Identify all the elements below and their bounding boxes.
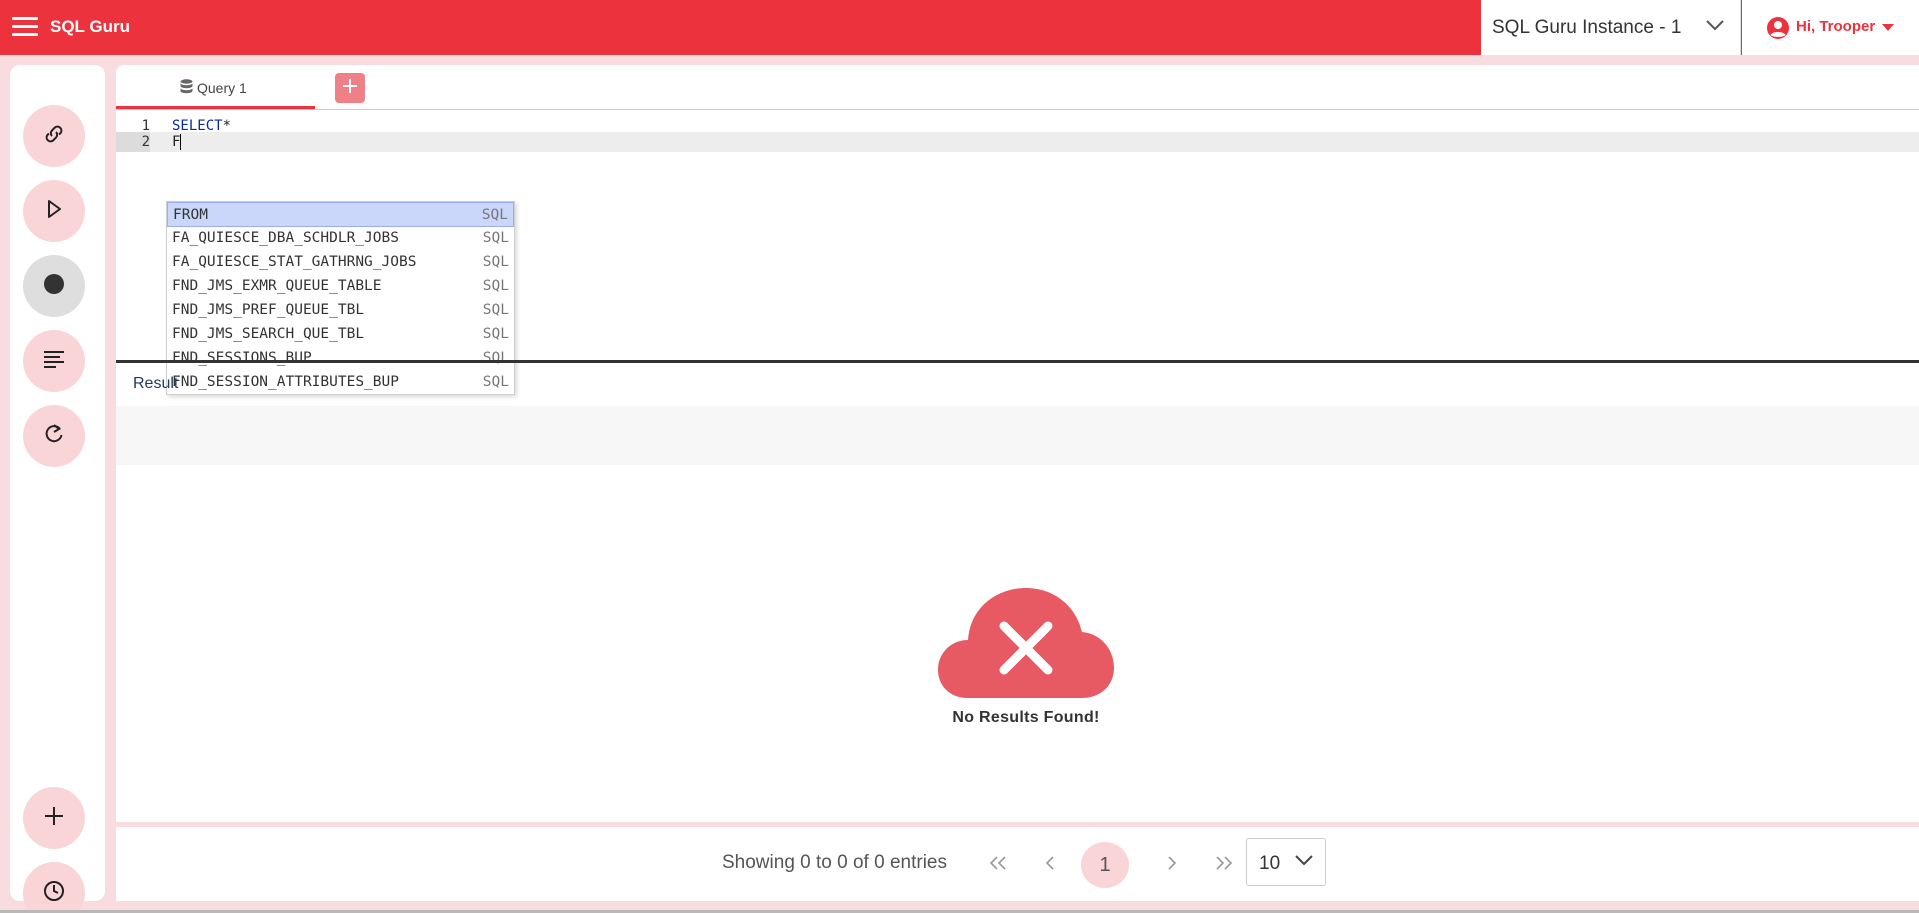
tab-query-1[interactable]: Query 1 xyxy=(116,65,315,109)
autocomplete-label: FND_SESSION_ATTRIBUTES_BUP xyxy=(172,374,399,390)
first-page-button[interactable] xyxy=(976,842,1020,886)
app-title: SQL Guru xyxy=(50,17,130,36)
autocomplete-label: FA_QUIESCE_STAT_GATHRNG_JOBS xyxy=(172,254,417,270)
plus-icon xyxy=(342,78,358,99)
last-page-button[interactable] xyxy=(1202,842,1246,886)
autocomplete-popup: FROM SQL FA_QUIESCE_DBA_SCHDLR_JOBS SQL FA… xyxy=(166,201,515,395)
chevron-down-icon xyxy=(1295,853,1313,871)
text-cursor xyxy=(180,134,182,150)
next-page-button[interactable] xyxy=(1150,842,1194,886)
align-left-icon xyxy=(43,350,65,373)
chevron-down-icon xyxy=(1706,18,1724,36)
refresh-button[interactable] xyxy=(23,405,85,467)
top-bar: SQL Guru SQL Guru Instance - 1 Hi, Troop… xyxy=(0,0,1919,55)
hamburger-menu-icon[interactable] xyxy=(12,17,38,39)
resize-splitter[interactable] xyxy=(116,360,1919,363)
empty-state: No Results Found! xyxy=(916,580,1136,727)
link-icon xyxy=(42,122,66,151)
instance-dropdown[interactable]: SQL Guru Instance - 1 xyxy=(1481,0,1741,55)
connect-button[interactable] xyxy=(23,105,85,167)
autocomplete-label: FROM xyxy=(173,207,208,223)
tab-label: Query 1 xyxy=(197,80,247,96)
database-icon xyxy=(180,79,193,97)
autocomplete-label: FA_QUIESCE_DBA_SCHDLR_JOBS xyxy=(172,230,399,246)
autocomplete-label: FND_JMS_PREF_QUEUE_TBL xyxy=(172,302,365,318)
empty-message: No Results Found! xyxy=(952,709,1100,726)
run-query-button[interactable] xyxy=(23,180,85,242)
sidebar xyxy=(10,65,105,913)
result-title: Result xyxy=(133,375,179,392)
entries-summary: Showing 0 to 0 of 0 entries xyxy=(722,852,947,873)
autocomplete-meta: SQL xyxy=(482,350,509,366)
autocomplete-label: FND_SESSIONS_BUP xyxy=(172,350,312,366)
chevron-right-icon xyxy=(1166,853,1178,876)
new-query-button[interactable] xyxy=(23,787,85,849)
refresh-icon xyxy=(43,423,65,450)
history-button[interactable] xyxy=(23,862,85,913)
autocomplete-meta: SQL xyxy=(482,302,509,318)
autocomplete-item[interactable]: FND_SESSIONS_BUP SQL xyxy=(167,346,514,371)
user-avatar-icon xyxy=(1766,16,1790,45)
chevron-left-icon xyxy=(1044,853,1056,876)
clock-icon xyxy=(43,880,65,907)
cloud-error-icon xyxy=(938,588,1114,704)
double-chevron-right-icon xyxy=(1214,853,1234,876)
autocomplete-item[interactable]: FND_JMS_PREF_QUEUE_TBL SQL xyxy=(167,298,514,323)
prev-page-button[interactable] xyxy=(1028,842,1072,886)
user-greeting: Hi, Trooper xyxy=(1796,18,1876,35)
autocomplete-meta: SQL xyxy=(482,254,509,270)
format-button[interactable] xyxy=(23,330,85,392)
result-header-band xyxy=(116,406,1919,465)
page-size-select[interactable]: 10 xyxy=(1246,838,1326,886)
autocomplete-label: FND_JMS_SEARCH_QUE_TBL xyxy=(172,326,365,342)
autocomplete-meta: SQL xyxy=(482,326,509,342)
pagination-bar: Showing 0 to 0 of 0 entries 1 10 xyxy=(116,827,1919,901)
line-number: 2 xyxy=(116,132,150,152)
caret-down-icon xyxy=(1882,24,1894,31)
double-chevron-left-icon xyxy=(988,853,1008,876)
main-panel: Query 1 1 SELECT* 2 F FROM SQL FA_QUIESCE… xyxy=(116,65,1919,822)
user-menu[interactable]: Hi, Trooper xyxy=(1742,0,1919,55)
sql-editor[interactable]: 1 SELECT* 2 F FROM SQL FA_QUIESCE_DBA_SCH… xyxy=(116,112,1919,395)
add-tab-button[interactable] xyxy=(335,73,365,103)
autocomplete-meta: SQL xyxy=(482,230,509,246)
code-text: F xyxy=(172,134,181,150)
autocomplete-label: FND_JMS_EXMR_QUEUE_TABLE xyxy=(172,278,382,294)
autocomplete-item[interactable]: FND_JMS_EXMR_QUEUE_TABLE SQL xyxy=(167,274,514,299)
autocomplete-meta: SQL xyxy=(482,374,509,390)
editor-line-active: 2 F xyxy=(116,132,1919,152)
autocomplete-item[interactable]: FA_QUIESCE_STAT_GATHRNG_JOBS SQL xyxy=(167,250,514,275)
code-line: F xyxy=(172,132,182,152)
plus-icon xyxy=(43,805,65,832)
autocomplete-meta: SQL xyxy=(481,207,508,223)
stop-button[interactable] xyxy=(23,255,85,317)
autocomplete-item[interactable]: FA_QUIESCE_DBA_SCHDLR_JOBS SQL xyxy=(167,226,514,251)
page-1-button[interactable]: 1 xyxy=(1081,842,1129,888)
autocomplete-item[interactable]: FND_JMS_SEARCH_QUE_TBL SQL xyxy=(167,322,514,347)
autocomplete-item[interactable]: FND_SESSION_ATTRIBUTES_BUP SQL xyxy=(167,370,514,395)
page-size-value: 10 xyxy=(1259,853,1281,874)
autocomplete-item[interactable]: FROM SQL xyxy=(167,202,514,227)
instance-label: SQL Guru Instance - 1 xyxy=(1492,17,1682,38)
tab-bar-divider xyxy=(116,109,1919,110)
autocomplete-meta: SQL xyxy=(482,278,509,294)
play-icon xyxy=(44,198,64,225)
record-icon xyxy=(43,273,65,300)
